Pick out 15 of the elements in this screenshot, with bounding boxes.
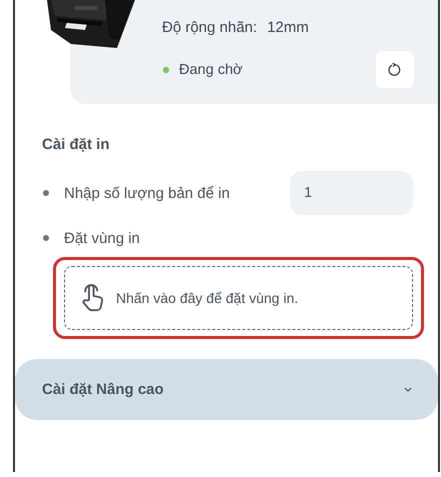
advanced-settings-header[interactable]: Cài đặt Nâng cao — [15, 359, 438, 420]
copies-input[interactable]: 1 — [290, 171, 413, 215]
refresh-button[interactable] — [376, 51, 414, 88]
chevron-icon — [404, 387, 412, 392]
setting-label: Nhập số lượng bản để in — [64, 184, 231, 202]
bullet-dot — [43, 190, 49, 196]
label-width-label: Độ rộng nhãn: — [162, 18, 258, 36]
section-title: Cài đặt in — [42, 136, 111, 155]
setting-label: Đặt vùng in — [64, 230, 141, 246]
print-area-button[interactable]: Nhấn vào đây để đặt vùng in. — [64, 266, 413, 330]
status-dot — [162, 66, 170, 74]
refresh-icon — [388, 62, 402, 76]
label-width-value: 12mm — [267, 18, 309, 36]
status-text: Đang chờ — [179, 62, 244, 78]
bullet-dot — [43, 235, 49, 241]
